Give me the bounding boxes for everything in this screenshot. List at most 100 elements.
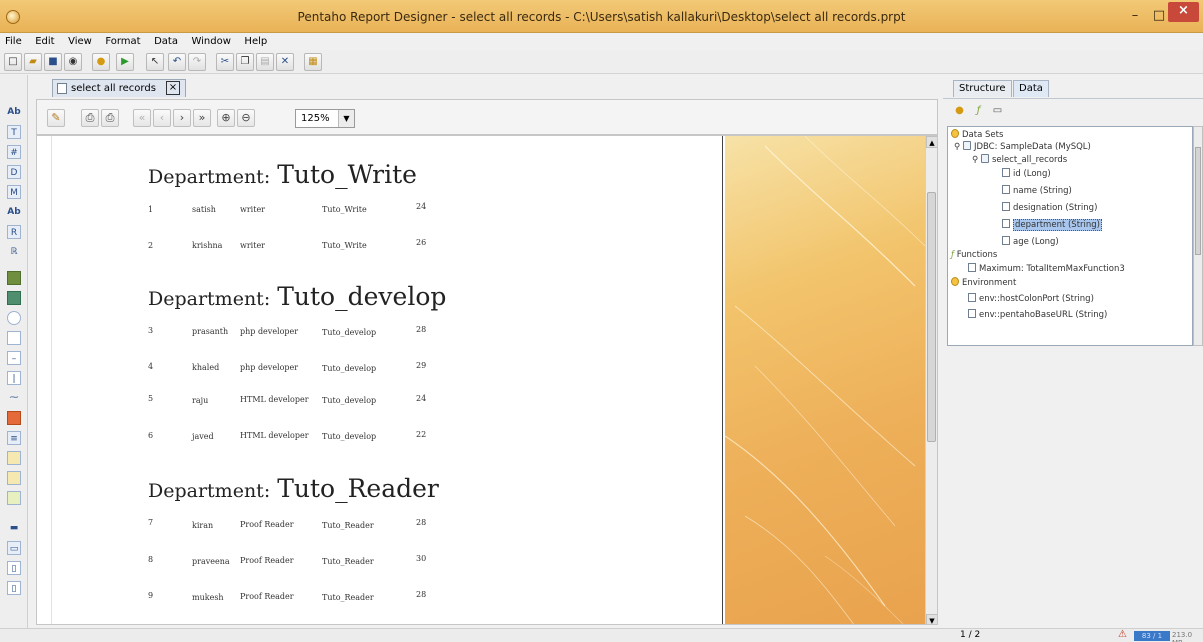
resource-field-icon[interactable]: R bbox=[7, 225, 21, 239]
date-field-icon[interactable]: D bbox=[7, 165, 21, 179]
add-function-icon[interactable]: ƒ bbox=[971, 104, 986, 118]
redo-icon[interactable]: ↷ bbox=[188, 53, 206, 71]
tree-node-environment[interactable]: Environment bbox=[951, 277, 1016, 289]
new-report-icon[interactable]: □ bbox=[4, 53, 22, 71]
tree-field[interactable]: age (Long) bbox=[1002, 236, 1059, 248]
resource-message-icon[interactable]: ℝ bbox=[7, 245, 21, 259]
run-icon[interactable]: ▶ bbox=[116, 53, 134, 71]
barcode-icon[interactable]: ≡ bbox=[7, 431, 21, 445]
record-id: 8 bbox=[148, 555, 154, 564]
menu-view[interactable]: View bbox=[63, 34, 97, 50]
last-page-icon[interactable]: » bbox=[193, 109, 211, 127]
tree-vertical-scrollbar[interactable] bbox=[1193, 126, 1203, 346]
datasource-icon[interactable]: ● bbox=[92, 53, 110, 71]
image-element-icon[interactable] bbox=[7, 291, 21, 305]
tree-env-item[interactable]: env::pentahoBaseURL (String) bbox=[968, 309, 1107, 321]
tree-field[interactable]: name (String) bbox=[1002, 185, 1072, 197]
tree-node-jdbc[interactable]: ⚲ JDBC: SampleData (MySQL) bbox=[954, 141, 1091, 153]
minimize-button[interactable]: – bbox=[1126, 7, 1144, 25]
report-wizard-icon[interactable]: ▦ bbox=[304, 53, 322, 71]
zoom-out-icon[interactable]: ⊖ bbox=[237, 109, 255, 127]
vertical-line-icon[interactable]: | bbox=[7, 371, 21, 385]
menu-help[interactable]: Help bbox=[239, 34, 272, 50]
undo-icon[interactable]: ↶ bbox=[168, 53, 186, 71]
text-field-icon[interactable]: T bbox=[7, 125, 21, 139]
next-page-icon[interactable]: › bbox=[173, 109, 191, 127]
message-field-icon[interactable]: M bbox=[7, 185, 21, 199]
scroll-up-icon[interactable]: ▲ bbox=[926, 136, 937, 148]
image-field-icon[interactable] bbox=[7, 271, 21, 285]
department-label: Department: bbox=[148, 480, 271, 502]
scroll-thumb[interactable] bbox=[927, 192, 936, 442]
status-bar: 1 / 2 ⚠ 83 / 1 213.0 MB bbox=[0, 628, 1203, 642]
resource-label-icon[interactable]: Ab bbox=[7, 205, 21, 219]
record-name: satish bbox=[192, 205, 216, 214]
tree-scroll-thumb[interactable] bbox=[1195, 147, 1201, 255]
delete-icon[interactable]: ✕ bbox=[276, 53, 294, 71]
add-datasource-icon[interactable]: ● bbox=[952, 104, 967, 118]
maximize-button[interactable]: □ bbox=[1150, 7, 1168, 25]
tree-node-functions[interactable]: ƒ Functions bbox=[951, 249, 997, 261]
table-of-contents-icon[interactable]: ▬ bbox=[7, 521, 21, 535]
memory-usage-bar[interactable]: 83 / 1 bbox=[1134, 631, 1170, 641]
warning-icon[interactable]: ⚠ bbox=[1118, 629, 1127, 640]
tree-field[interactable]: designation (String) bbox=[1002, 202, 1097, 214]
page-setup-icon[interactable]: ⎙ bbox=[101, 109, 119, 127]
label-element-icon[interactable]: Ab bbox=[7, 105, 21, 119]
band-icon[interactable] bbox=[7, 451, 21, 465]
department-name: Tuto_develop bbox=[277, 282, 447, 311]
zoom-in-icon[interactable]: ⊕ bbox=[217, 109, 235, 127]
page-icon[interactable]: ▯ bbox=[7, 561, 21, 575]
open-icon[interactable]: ▰ bbox=[24, 53, 42, 71]
edit-mode-icon[interactable]: ✎ bbox=[47, 109, 65, 127]
cut-icon[interactable]: ✂ bbox=[216, 53, 234, 71]
chart-icon[interactable] bbox=[7, 411, 21, 425]
menu-file[interactable]: File bbox=[0, 34, 27, 50]
paste-icon[interactable]: ▤ bbox=[256, 53, 274, 71]
scroll-down-icon[interactable]: ▼ bbox=[926, 614, 937, 624]
page-indicator: 1 / 2 bbox=[960, 630, 981, 640]
subreport-icon[interactable] bbox=[7, 491, 21, 505]
add-parameter-icon[interactable]: ▭ bbox=[990, 104, 1005, 118]
menu-bar: File Edit View Format Data Window Help bbox=[0, 34, 1203, 50]
first-page-icon[interactable]: « bbox=[133, 109, 151, 127]
select-pointer-icon[interactable]: ↖ bbox=[146, 53, 164, 71]
field-icon bbox=[1002, 236, 1010, 245]
page-break-icon[interactable]: ▯ bbox=[7, 581, 21, 595]
tab-data[interactable]: Data bbox=[1013, 80, 1049, 97]
rectangle-icon[interactable] bbox=[7, 331, 21, 345]
ellipse-icon[interactable] bbox=[7, 311, 21, 325]
department-label: Department: bbox=[148, 166, 271, 188]
number-field-icon[interactable]: # bbox=[7, 145, 21, 159]
close-button[interactable]: × bbox=[1168, 2, 1199, 22]
menu-window[interactable]: Window bbox=[186, 34, 235, 50]
zoom-dropdown[interactable]: 125% ▼ bbox=[295, 109, 355, 128]
tree-node-query[interactable]: ⚲ select_all_records bbox=[972, 154, 1067, 166]
survey-scale-icon[interactable]: ⁓ bbox=[7, 391, 21, 405]
tree-field[interactable]: id (Long) bbox=[1002, 168, 1051, 180]
record-designation: php developer bbox=[240, 363, 299, 372]
field-icon bbox=[1002, 168, 1010, 177]
publish-icon[interactable]: ◉ bbox=[64, 53, 82, 71]
save-icon[interactable]: ■ bbox=[44, 53, 62, 71]
tree-field-selected[interactable]: department (String) bbox=[1002, 219, 1102, 231]
menu-format[interactable]: Format bbox=[100, 34, 145, 50]
preview-vertical-scrollbar[interactable]: ▲ ▼ bbox=[925, 136, 937, 624]
tree-node-data-sets[interactable]: Data Sets bbox=[951, 129, 1003, 141]
copy-icon[interactable]: ❐ bbox=[236, 53, 254, 71]
record-age: 22 bbox=[416, 430, 427, 439]
close-tab-icon[interactable]: × bbox=[166, 81, 180, 95]
horizontal-line-icon[interactable]: – bbox=[7, 351, 21, 365]
tree-function-item[interactable]: Maximum: TotalItemMaxFunction3 bbox=[968, 263, 1125, 275]
record-name: praveena bbox=[192, 557, 230, 566]
menu-data[interactable]: Data bbox=[149, 34, 183, 50]
tree-env-item[interactable]: env::hostColonPort (String) bbox=[968, 293, 1094, 305]
sub-band-icon[interactable] bbox=[7, 471, 21, 485]
tab-structure[interactable]: Structure bbox=[953, 80, 1012, 97]
menu-edit[interactable]: Edit bbox=[30, 34, 59, 50]
previous-page-icon[interactable]: ‹ bbox=[153, 109, 171, 127]
title-bar: Pentaho Report Designer - select all rec… bbox=[0, 0, 1203, 33]
document-tab[interactable]: select all records × bbox=[52, 79, 186, 97]
index-icon[interactable]: ▭ bbox=[7, 541, 21, 555]
print-icon[interactable]: ⎙ bbox=[81, 109, 99, 127]
